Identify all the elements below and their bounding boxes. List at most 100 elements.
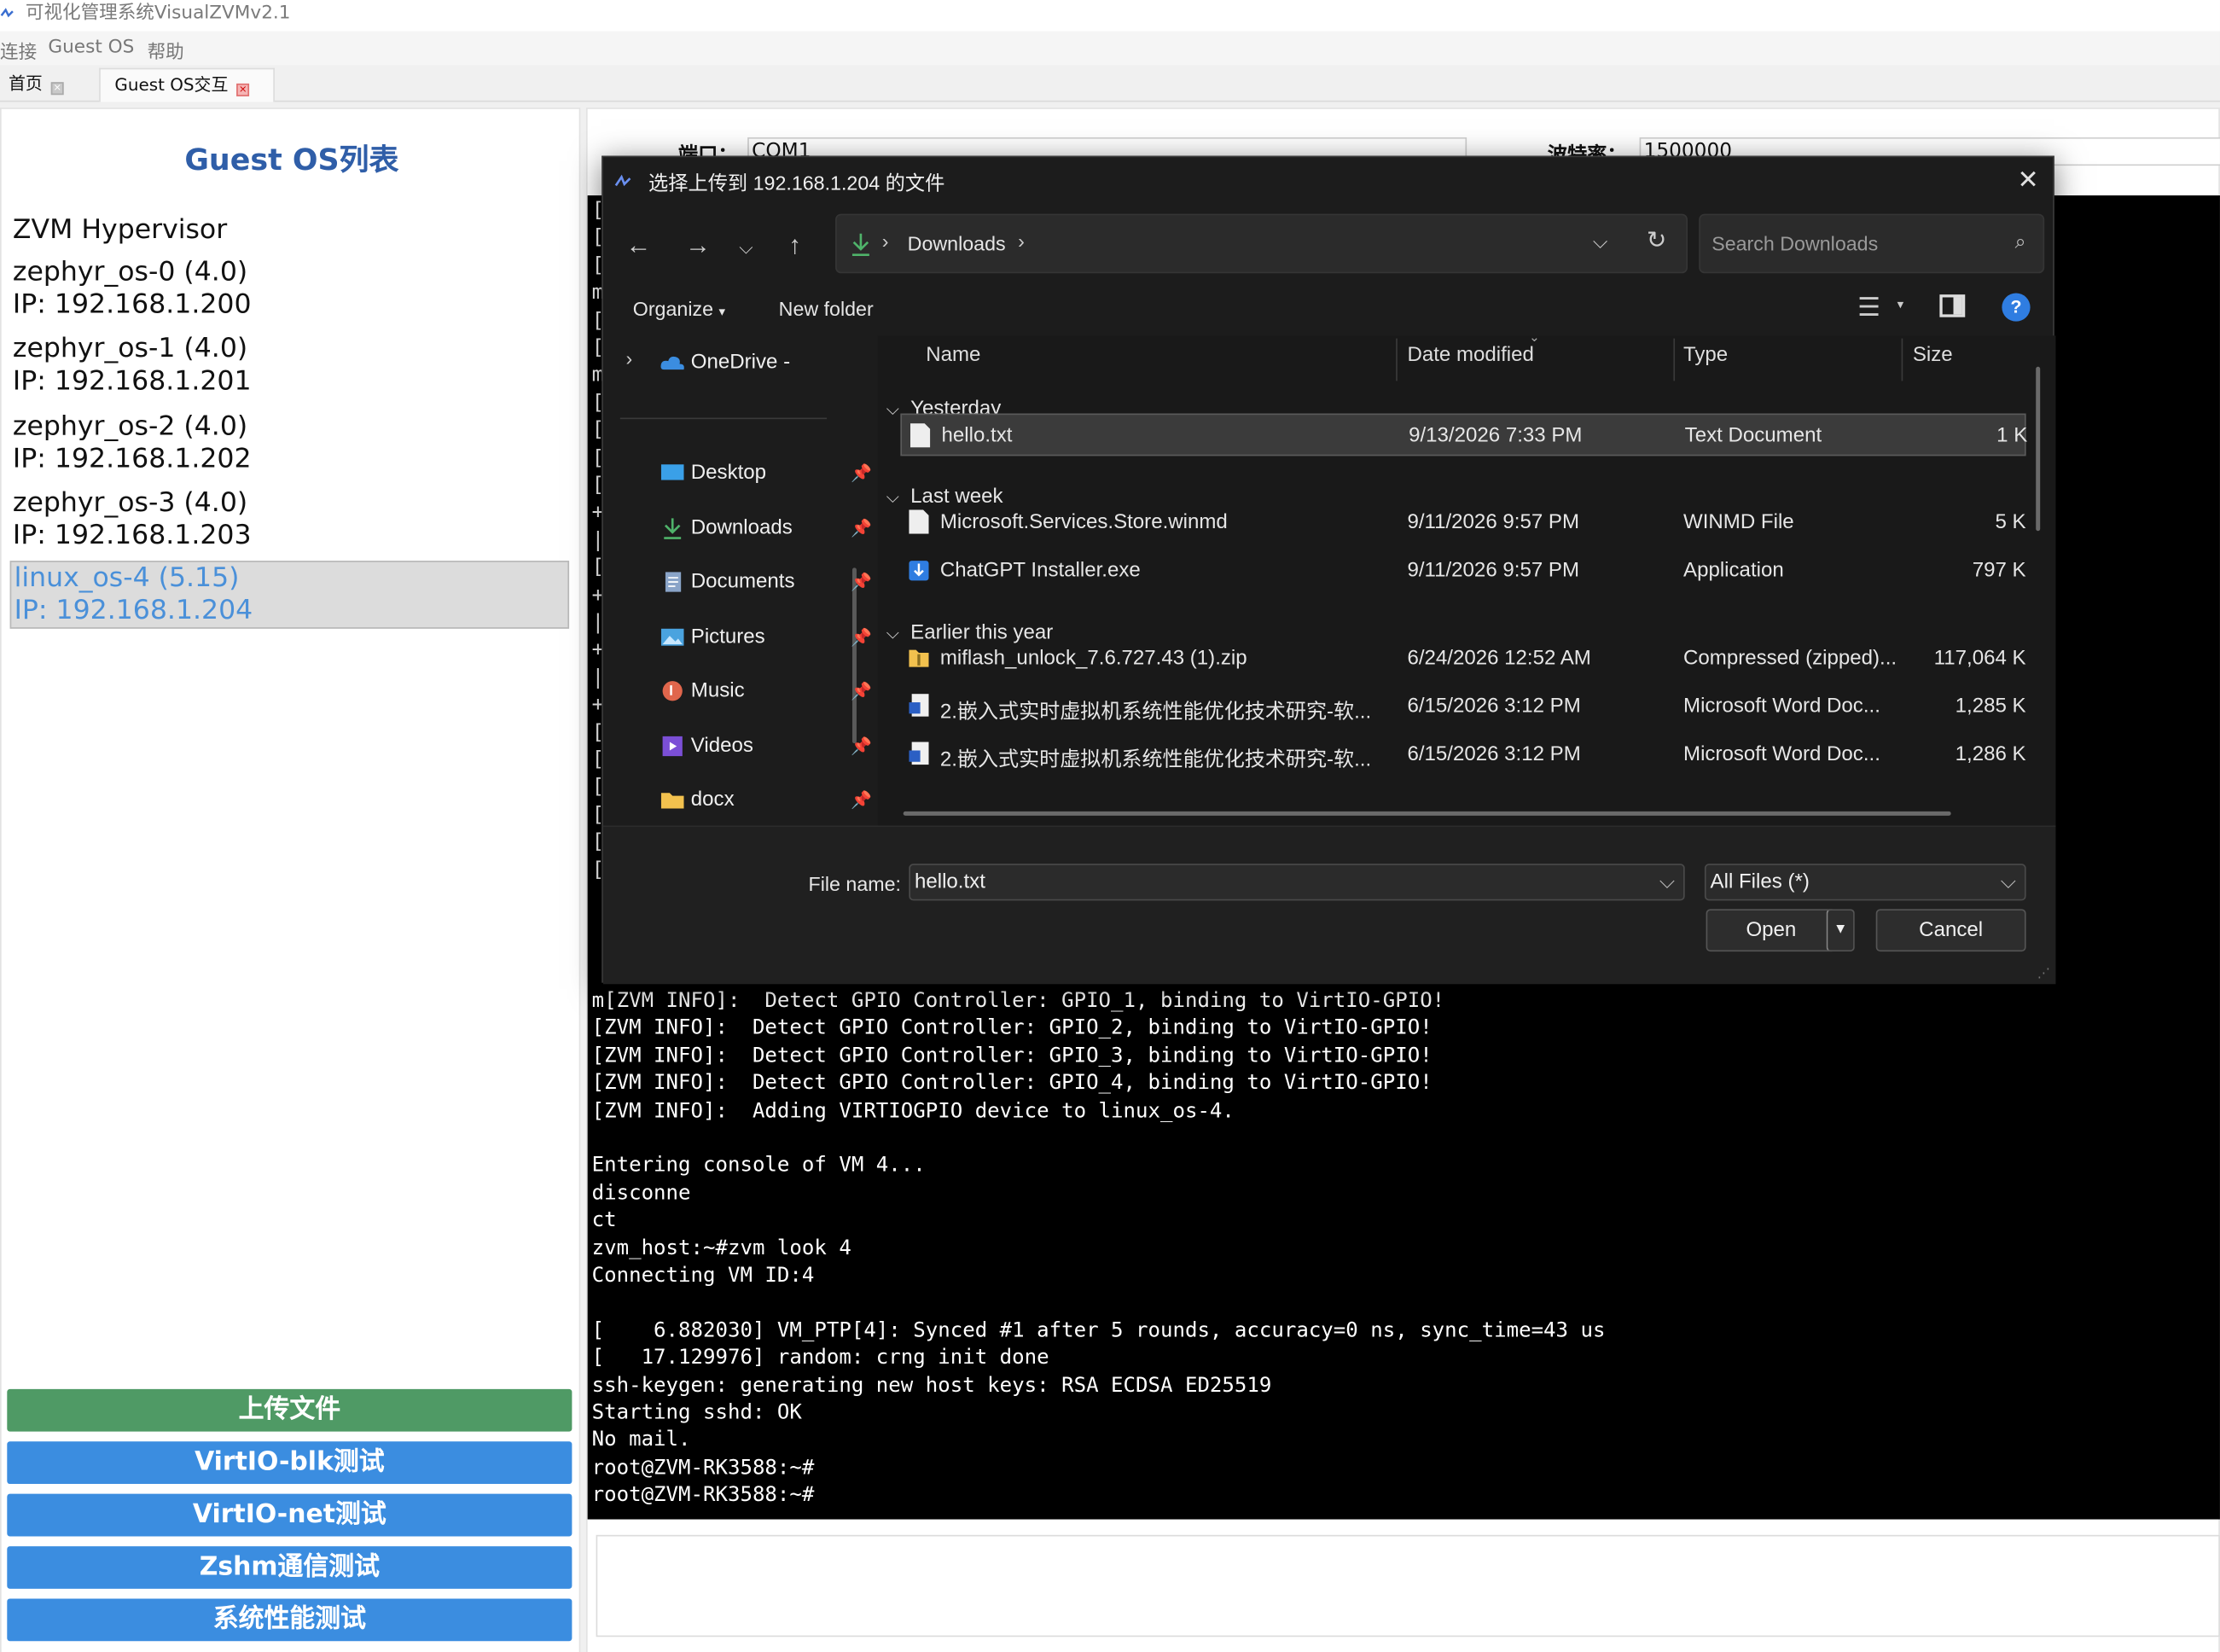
folder-icon — [660, 793, 684, 809]
file-row[interactable]: hello.txt 9/13/2026 7:33 PM Text Document 1… — [900, 413, 2028, 457]
menu-help[interactable]: 帮助 — [148, 37, 184, 64]
breadcrumb-downloads[interactable]: Downloads — [908, 232, 1006, 255]
nav-label: OneDrive - Perso — [690, 351, 791, 375]
tab-home-label: 首页 — [8, 73, 43, 94]
file-type-filter[interactable]: All Files (*) ⌵ — [1704, 864, 2026, 901]
up-icon[interactable]: ↑ — [788, 230, 801, 260]
nav-docx-folder[interactable]: docx 📌 — [660, 779, 872, 822]
open-button[interactable]: Open — [1706, 909, 1837, 952]
breadcrumb-sep-icon: › — [1018, 229, 1025, 253]
chevron-down-icon[interactable]: ⌵ — [1593, 230, 1608, 253]
nav-music[interactable]: Music 📌 — [660, 670, 872, 713]
close-icon[interactable]: ✕ — [2017, 166, 2038, 195]
file-row[interactable]: 2.嵌入式实时虚拟机系统性能优化技术研究-软... 6/15/2026 3:12 … — [900, 685, 2026, 728]
menu-connect[interactable]: 连接 — [0, 37, 37, 64]
file-row[interactable]: 2.嵌入式实时虚拟机系统性能优化技术研究-软... 6/15/2026 3:12 … — [900, 734, 2026, 777]
virtio-blk-test-button[interactable]: VirtIO-blk测试 — [7, 1441, 572, 1485]
file-type: Microsoft Word Doc... — [1683, 743, 1880, 766]
preview-pane-icon[interactable] — [1939, 294, 1966, 317]
text-file-icon — [910, 423, 931, 448]
performance-test-button[interactable]: 系统性能测试 — [7, 1598, 572, 1642]
file-name-field[interactable]: hello.txt ⌵ — [909, 864, 1685, 901]
nav-label: docx — [690, 788, 735, 811]
nav-videos[interactable]: Videos 📌 — [660, 725, 872, 768]
os-item-zephyr-0[interactable]: zephyr_os-0 (4.0) IP: 192.168.1.200 — [10, 256, 569, 321]
search-box[interactable]: Search Downloads ⌕ — [1699, 213, 2045, 274]
os-item-zephyr-3[interactable]: zephyr_os-3 (4.0) IP: 192.168.1.203 — [10, 487, 569, 552]
menu-guest-os[interactable]: Guest OS — [48, 37, 134, 58]
window-title: 可视化管理系统VisualZVMv2.1 — [25, 3, 291, 25]
file-name: miflash_unlock_7.6.727.43 (1).zip — [939, 647, 1247, 670]
chevron-down-icon[interactable]: ⌵ — [1659, 865, 1675, 899]
virtio-net-test-button[interactable]: VirtIO-net测试 — [7, 1493, 572, 1537]
file-type: Application — [1683, 559, 1784, 583]
os-ip: IP: 192.168.1.203 — [12, 519, 252, 551]
chevron-down-icon: ⌵ — [886, 623, 899, 643]
os-item-linux-4[interactable]: linux_os-4 (5.15) IP: 192.168.1.204 — [9, 561, 570, 629]
text-file-icon — [909, 509, 929, 534]
open-dropdown-button[interactable]: ▼ — [1826, 909, 1855, 952]
resize-grip-icon[interactable]: ⋰ — [2037, 966, 2050, 981]
nav-pictures[interactable]: Pictures 📌 — [660, 616, 872, 659]
nav-documents[interactable]: Documents 📌 — [660, 561, 872, 603]
document-icon — [665, 572, 682, 592]
expand-icon[interactable]: › — [625, 347, 632, 370]
os-item-zephyr-2[interactable]: zephyr_os-2 (4.0) IP: 192.168.1.202 — [10, 410, 569, 475]
column-type[interactable]: Type — [1683, 344, 1728, 367]
close-icon[interactable]: × — [50, 82, 64, 96]
column-name[interactable]: Name — [926, 344, 980, 367]
chevron-down-icon[interactable]: ▾ — [1897, 297, 1904, 312]
word-doc-icon — [909, 742, 929, 765]
column-size[interactable]: Size — [1913, 344, 1953, 367]
file-row[interactable]: miflash_unlock_7.6.727.43 (1).zip 6/24/20… — [900, 637, 2026, 680]
file-size: 1 K — [1996, 424, 2028, 448]
file-row[interactable]: Microsoft.Services.Store.winmd 9/11/2026 … — [900, 501, 2026, 544]
menu-bar: 连接 Guest OS 帮助 — [0, 31, 2220, 66]
upload-file-button[interactable]: 上传文件 — [7, 1388, 572, 1432]
command-input[interactable] — [596, 1534, 2220, 1637]
view-options-icon[interactable]: ☰ — [1857, 293, 1880, 323]
breadcrumb-sep-icon: › — [881, 229, 889, 253]
address-bar[interactable]: › Downloads › ⌵ ↻ — [835, 213, 1688, 274]
app-icon — [0, 8, 14, 18]
terminal-line: zvm_host:~#zvm look 4 — [591, 1236, 851, 1260]
vertical-scrollbar[interactable] — [2036, 366, 2041, 532]
pin-icon: 📌 — [851, 572, 873, 592]
close-icon[interactable]: × — [236, 83, 250, 96]
horizontal-scrollbar[interactable] — [903, 811, 1951, 816]
tab-guest-os-interact[interactable]: Guest OS交互 × — [99, 67, 275, 102]
file-type: Microsoft Word Doc... — [1683, 695, 1880, 718]
terminal-line: m[ZVM INFO]: Detect GPIO Controller: GPI… — [591, 989, 1445, 1013]
help-icon[interactable]: ? — [2002, 293, 2031, 322]
tab-home[interactable]: 首页 × — [0, 68, 64, 102]
navigation-pane: › OneDrive - Perso Desktop 📌 Downloads 📌 D… — [603, 335, 872, 825]
organize-button[interactable]: Organize ▾ — [633, 297, 725, 320]
panel-title: Guest OS列表 — [184, 143, 399, 177]
file-row[interactable]: ChatGPT Installer.exe 9/11/2026 9:57 PM Ap… — [900, 550, 2026, 592]
cancel-button[interactable]: Cancel — [1875, 909, 2026, 952]
new-folder-button[interactable]: New folder — [779, 297, 874, 320]
sort-indicator-icon: ⌄ — [1529, 329, 1540, 345]
os-item-zephyr-1[interactable]: zephyr_os-1 (4.0) IP: 192.168.1.201 — [10, 333, 569, 398]
hypervisor-item[interactable]: ZVM Hypervisor — [13, 214, 227, 246]
file-size: 1,286 K — [1955, 743, 2026, 766]
chevron-down-icon[interactable]: ⌵ — [2001, 865, 2016, 899]
nav-downloads[interactable]: Downloads 📌 — [660, 507, 872, 550]
column-date-modified[interactable]: Date modified — [1407, 344, 1533, 367]
search-icon[interactable]: ⌕ — [2015, 230, 2026, 253]
recent-dropdown-icon[interactable]: ⌵ — [739, 236, 753, 259]
refresh-icon[interactable]: ↻ — [1647, 227, 1667, 255]
nav-desktop[interactable]: Desktop 📌 — [660, 451, 872, 494]
nav-label: Downloads — [690, 516, 793, 540]
file-name-value: hello.txt — [914, 870, 985, 894]
file-date: 9/11/2026 9:57 PM — [1407, 559, 1580, 583]
zshm-test-button[interactable]: Zshm通信测试 — [7, 1546, 572, 1589]
back-icon[interactable]: ← — [625, 230, 651, 260]
forward-icon[interactable]: → — [685, 230, 711, 260]
file-open-dialog: 选择上传到 192.168.1.204 的文件 ✕ ← → ⌵ ↑ › Down… — [601, 155, 2056, 985]
installer-icon — [909, 561, 929, 581]
nav-onedrive[interactable]: OneDrive - Perso — [660, 341, 840, 384]
search-input[interactable]: Search Downloads — [1711, 232, 1878, 255]
terminal-line: [ZVM INFO]: Detect GPIO Controller: GPIO… — [591, 1044, 1433, 1067]
column-separator — [1901, 338, 1903, 381]
